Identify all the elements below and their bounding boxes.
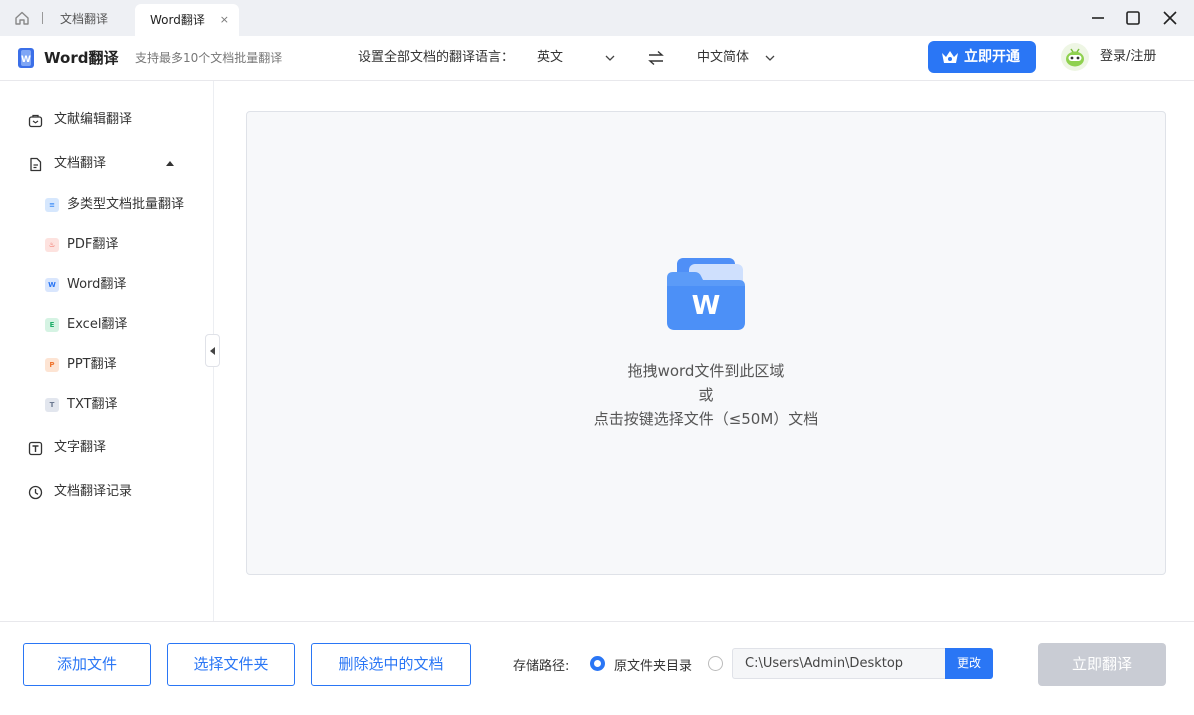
radio-custom-path[interactable] xyxy=(708,656,723,671)
tab-separator xyxy=(42,12,43,24)
drop-hint-line1: 拖拽word文件到此区域 xyxy=(627,362,785,380)
chevron-down-icon xyxy=(605,55,615,61)
sidebar-item-text-translation[interactable]: 文字翻译 xyxy=(0,430,213,466)
translate-now-button[interactable]: 立即翻译 xyxy=(1038,643,1166,686)
excel-icon: E xyxy=(45,318,59,332)
sidebar-subitem-label: Word翻译 xyxy=(67,277,127,292)
sidebar-item-label: 文字翻译 xyxy=(54,440,107,455)
avatar[interactable] xyxy=(1060,42,1090,72)
language-setting-label: 设置全部文档的翻译语言： xyxy=(358,50,515,65)
chevron-down-icon xyxy=(765,55,775,61)
window-close-icon[interactable] xyxy=(1158,6,1182,30)
sidebar-subitem-label: Excel翻译 xyxy=(67,317,128,332)
target-language-value: 中文简体 xyxy=(697,50,750,65)
sidebar-item-label: 文档翻译记录 xyxy=(54,484,133,499)
title-bar: 文档翻译 Word翻译 × xyxy=(0,0,1194,36)
sidebar-subitem-excel[interactable]: E Excel翻译 xyxy=(0,309,213,341)
source-language-select[interactable]: 英文 xyxy=(537,36,627,80)
radio-original-folder-label[interactable]: 原文件夹目录 xyxy=(614,655,692,674)
app-subtitle: 支持最多10个文档批量翻译 xyxy=(135,51,283,65)
file-drop-zone[interactable]: W 拖拽word文件到此区域 或 点击按键选择文件（≤50M）文档 xyxy=(246,111,1166,575)
svg-text:W: W xyxy=(692,291,721,321)
pdf-icon: ♨ xyxy=(45,238,59,252)
sidebar-item-literature-editing[interactable]: 文献编辑翻译 xyxy=(0,102,213,138)
radio-original-folder[interactable] xyxy=(590,656,605,671)
app-logo-icon: W xyxy=(18,48,34,68)
sidebar-subitem-pdf[interactable]: ♨ PDF翻译 xyxy=(0,229,213,261)
close-icon[interactable]: × xyxy=(220,4,229,36)
source-language-value: 英文 xyxy=(537,50,564,65)
bottom-toolbar: 添加文件 选择文件夹 删除选中的文档 存储路径: 原文件夹目录 C:\Users… xyxy=(0,621,1194,715)
storage-path-label: 存储路径: xyxy=(513,659,570,674)
sidebar-item-document-translation[interactable]: 文档翻译 xyxy=(0,146,213,182)
minimize-icon[interactable] xyxy=(1086,6,1110,30)
delete-selected-button[interactable]: 删除选中的文档 xyxy=(311,643,471,686)
vip-button-label: 立即开通 xyxy=(964,49,1020,65)
sidebar-item-label: 文档翻译 xyxy=(54,156,107,171)
clock-icon xyxy=(28,485,43,500)
sidebar-subitem-label: 多类型文档批量翻译 xyxy=(67,197,185,212)
word-folder-icon: W xyxy=(667,258,745,330)
txt-icon: T xyxy=(45,398,59,412)
login-register-link[interactable]: 登录/注册 xyxy=(1100,36,1156,78)
target-language-select[interactable]: 中文简体 xyxy=(697,36,775,80)
sidebar-subitem-word[interactable]: W Word翻译 xyxy=(0,269,213,301)
sidebar-subitem-label: TXT翻译 xyxy=(67,397,118,412)
sidebar-subitem-label: PPT翻译 xyxy=(67,357,117,372)
sidebar-collapse-button[interactable] xyxy=(205,334,220,367)
add-file-button[interactable]: 添加文件 xyxy=(23,643,151,686)
maximize-icon[interactable] xyxy=(1121,6,1145,30)
vip-activate-button[interactable]: 立即开通 xyxy=(928,41,1036,73)
sidebar-item-translation-history[interactable]: 文档翻译记录 xyxy=(0,474,213,510)
change-path-button[interactable]: 更改 xyxy=(945,648,993,679)
swap-icon[interactable] xyxy=(647,50,665,66)
header: W Word翻译 支持最多10个文档批量翻译 设置全部文档的翻译语言： 英文 中… xyxy=(0,36,1194,81)
drop-hint-line3: 点击按键选择文件（≤50M）文档 xyxy=(593,410,819,428)
home-icon[interactable] xyxy=(14,10,30,26)
document-icon xyxy=(30,157,42,172)
app-name: Word翻译 xyxy=(44,49,119,67)
sidebar-subitem-label: PDF翻译 xyxy=(67,237,119,252)
sidebar-subitem-batch[interactable]: ≡ 多类型文档批量翻译 xyxy=(0,189,213,221)
multi-doc-icon: ≡ xyxy=(45,198,59,212)
word-icon: W xyxy=(45,278,59,292)
sidebar-subitem-ppt[interactable]: P PPT翻译 xyxy=(0,349,213,381)
crown-icon xyxy=(942,51,958,63)
sidebar: 文献编辑翻译 文档翻译 ≡ 多类型文档批量翻译 ♨ PDF翻译 W Word翻译… xyxy=(0,81,214,621)
bag-icon xyxy=(28,114,43,128)
custom-path-field[interactable]: C:\Users\Admin\Desktop xyxy=(732,648,946,679)
select-folder-button[interactable]: 选择文件夹 xyxy=(167,643,295,686)
text-icon xyxy=(28,441,43,456)
sidebar-item-label: 文献编辑翻译 xyxy=(54,112,133,127)
caret-up-icon[interactable] xyxy=(166,161,174,166)
tab-document-translation[interactable]: 文档翻译 xyxy=(52,0,132,36)
sidebar-subitem-txt[interactable]: T TXT翻译 xyxy=(0,389,213,421)
tab-label: Word翻译 xyxy=(150,13,205,27)
drop-hint-line2: 或 xyxy=(698,386,714,404)
ppt-icon: P xyxy=(45,358,59,372)
svg-text:W: W xyxy=(21,55,31,65)
tab-word-translation[interactable]: Word翻译 × xyxy=(135,4,239,36)
